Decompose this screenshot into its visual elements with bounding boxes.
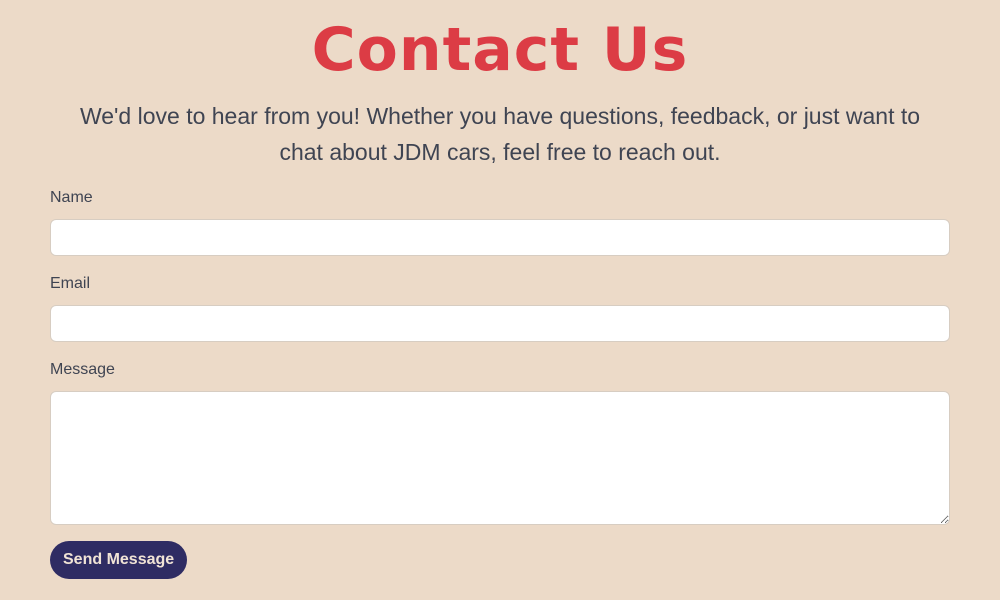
email-field-group: Email (50, 274, 950, 342)
contact-page: Contact Us We'd love to hear from you! W… (0, 0, 1000, 600)
name-label: Name (50, 189, 93, 206)
message-textarea[interactable] (50, 391, 950, 525)
message-label: Message (50, 361, 115, 378)
send-message-button[interactable]: Send Message (50, 541, 188, 579)
email-label: Email (50, 275, 91, 292)
page-title: Contact Us (311, 15, 689, 85)
intro-text: We'd love to hear from you! Whether you … (79, 103, 921, 165)
name-field-group: Name (50, 188, 950, 256)
name-input[interactable] (50, 219, 950, 256)
email-input[interactable] (50, 305, 950, 342)
message-field-group: Message (50, 360, 950, 525)
